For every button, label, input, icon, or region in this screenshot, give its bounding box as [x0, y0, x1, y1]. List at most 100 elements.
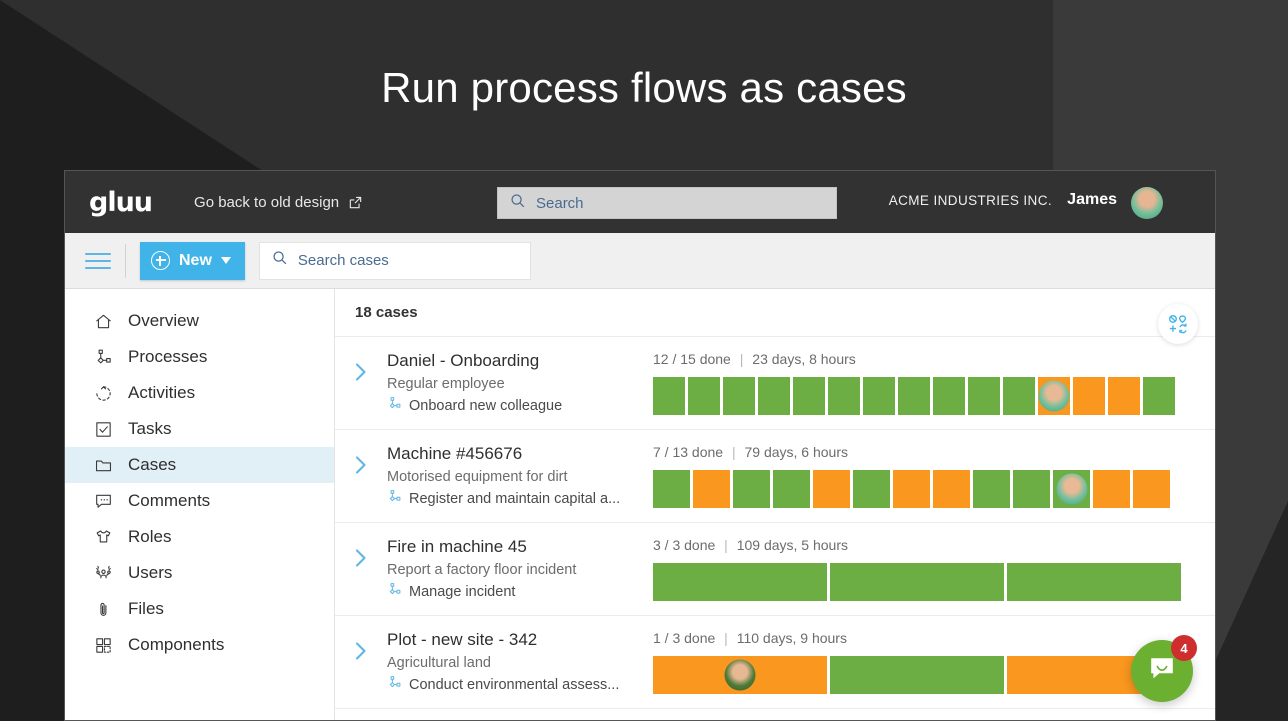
toolbar-divider: [125, 244, 126, 278]
progress-segment[interactable]: [693, 470, 730, 508]
case-row[interactable]: Machine #456676 Motorised equipment for …: [335, 430, 1215, 523]
new-button[interactable]: New: [140, 242, 245, 280]
sidebar-item-label: Tasks: [128, 419, 171, 439]
search-cases-input[interactable]: Search cases: [259, 242, 531, 280]
progress-segment[interactable]: [1053, 470, 1090, 508]
sidebar-item-cases[interactable]: Cases: [65, 447, 334, 483]
case-title[interactable]: Fire in machine 45: [387, 537, 653, 557]
cases-main-panel: 18 cases Daniel - Onboarding Regular emp…: [335, 289, 1215, 720]
progress-segment[interactable]: [653, 377, 685, 415]
comment-icon: [93, 491, 113, 511]
progress-segment[interactable]: [653, 470, 690, 508]
case-title[interactable]: Daniel - Onboarding: [387, 351, 653, 371]
go-back-old-design-link[interactable]: Go back to old design: [194, 194, 363, 211]
refresh-icon: [93, 383, 113, 403]
case-progress: 7 / 13 done | 79 days, 6 hours: [653, 444, 1215, 508]
gluu-logo[interactable]: gluu: [89, 187, 152, 218]
flow-icon: [387, 582, 402, 601]
progress-segment[interactable]: [968, 377, 1000, 415]
chevron-right-icon[interactable]: [335, 351, 387, 385]
case-done-count: 3 / 3 done: [653, 537, 715, 553]
sidebar-item-tasks[interactable]: Tasks: [65, 411, 334, 447]
sidebar-item-files[interactable]: Files: [65, 591, 334, 627]
sidebar-item-label: Overview: [128, 311, 199, 331]
case-duration: 110 days, 9 hours: [737, 630, 847, 646]
old-design-label: Go back to old design: [194, 194, 339, 211]
progress-segment[interactable]: [1007, 563, 1181, 601]
avatar[interactable]: [1131, 187, 1163, 219]
user-name[interactable]: James: [1067, 191, 1117, 209]
sidebar-item-activities[interactable]: Activities: [65, 375, 334, 411]
progress-segment[interactable]: [758, 377, 790, 415]
progress-segment[interactable]: [723, 377, 755, 415]
case-title[interactable]: Machine #456676: [387, 444, 653, 464]
meta-separator: |: [719, 537, 733, 553]
sidebar-item-components[interactable]: Components: [65, 627, 334, 663]
progress-segment[interactable]: [1038, 377, 1070, 415]
folder-icon: [93, 455, 113, 475]
progress-bar: [653, 563, 1193, 601]
case-info: Daniel - Onboarding Regular employee Onb…: [387, 351, 653, 415]
progress-segment[interactable]: [793, 377, 825, 415]
segment-assignee-avatar[interactable]: [725, 660, 756, 691]
chat-launcher-button[interactable]: 4: [1131, 640, 1193, 702]
home-icon: [93, 311, 113, 331]
case-row[interactable]: Plot - new site - 342 Agricultural land …: [335, 616, 1215, 709]
chevron-right-icon[interactable]: [335, 630, 387, 664]
secondary-toolbar: New Search cases: [65, 233, 1215, 289]
reactions-icon[interactable]: [1158, 304, 1198, 344]
progress-segment[interactable]: [1073, 377, 1105, 415]
sidebar-item-users[interactable]: Users: [65, 555, 334, 591]
case-info: Fire in machine 45 Report a factory floo…: [387, 537, 653, 601]
app-window: gluu Go back to old design Search ACME I…: [64, 170, 1216, 721]
progress-segment[interactable]: [933, 377, 965, 415]
new-button-label: New: [179, 252, 212, 270]
case-done-count: 1 / 3 done: [653, 630, 715, 646]
progress-segment[interactable]: [1003, 377, 1035, 415]
progress-segment[interactable]: [853, 470, 890, 508]
hamburger-icon[interactable]: [85, 253, 111, 269]
chevron-right-icon[interactable]: [335, 537, 387, 571]
case-progress: 12 / 15 done | 23 days, 8 hours: [653, 351, 1215, 415]
progress-segment[interactable]: [830, 656, 1004, 694]
progress-segment[interactable]: [813, 470, 850, 508]
sidebar-item-processes[interactable]: Processes: [65, 339, 334, 375]
progress-segment[interactable]: [830, 563, 1004, 601]
sidebar-item-comments[interactable]: Comments: [65, 483, 334, 519]
progress-segment[interactable]: [653, 656, 827, 694]
progress-segment[interactable]: [653, 563, 827, 601]
case-title[interactable]: Plot - new site - 342: [387, 630, 653, 650]
case-meta: 12 / 15 done | 23 days, 8 hours: [653, 351, 1193, 367]
sidebar-item-roles[interactable]: Roles: [65, 519, 334, 555]
case-process: Onboard new colleague: [387, 396, 653, 415]
progress-segment[interactable]: [893, 470, 930, 508]
case-row[interactable]: Fire in machine 45 Report a factory floo…: [335, 523, 1215, 616]
case-row[interactable]: Daniel - Onboarding Regular employee Onb…: [335, 337, 1215, 430]
progress-segment[interactable]: [1013, 470, 1050, 508]
chevron-right-icon[interactable]: [335, 444, 387, 478]
progress-segment[interactable]: [863, 377, 895, 415]
progress-bar: [653, 656, 1193, 694]
progress-segment[interactable]: [973, 470, 1010, 508]
progress-segment[interactable]: [898, 377, 930, 415]
progress-segment[interactable]: [773, 470, 810, 508]
progress-segment[interactable]: [828, 377, 860, 415]
external-link-icon: [348, 195, 363, 210]
case-meta: 1 / 3 done | 110 days, 9 hours: [653, 630, 1193, 646]
window-body: OverviewProcessesActivitiesTasksCasesCom…: [65, 289, 1215, 720]
progress-segment[interactable]: [1143, 377, 1175, 415]
progress-segment[interactable]: [1108, 377, 1140, 415]
case-done-count: 12 / 15 done: [653, 351, 731, 367]
case-process-label: Register and maintain capital a...: [409, 491, 620, 507]
flow-icon: [93, 347, 113, 367]
progress-segment[interactable]: [1133, 470, 1170, 508]
segment-assignee-avatar[interactable]: [1039, 381, 1070, 412]
global-search-input[interactable]: Search: [497, 187, 837, 219]
sidebar-item-overview[interactable]: Overview: [65, 303, 334, 339]
progress-segment[interactable]: [1093, 470, 1130, 508]
progress-segment[interactable]: [933, 470, 970, 508]
users-icon: [93, 563, 113, 583]
progress-segment[interactable]: [733, 470, 770, 508]
segment-assignee-avatar[interactable]: [1056, 474, 1087, 505]
progress-segment[interactable]: [688, 377, 720, 415]
